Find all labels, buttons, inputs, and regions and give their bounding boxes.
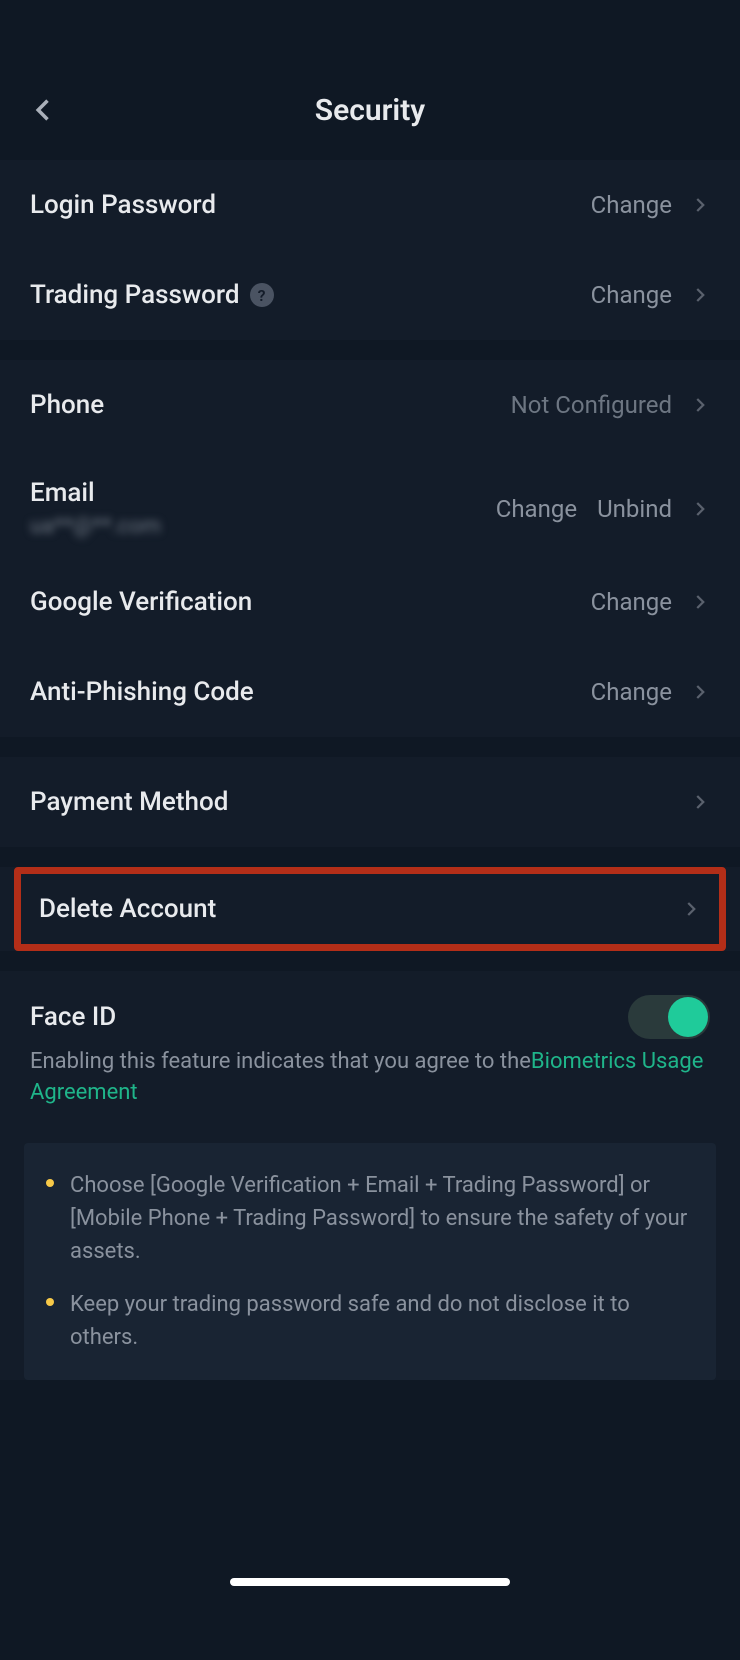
back-button[interactable] [30,96,58,124]
chevron-right-icon [692,193,710,217]
info-item-2: Keep your trading password safe and do n… [46,1288,694,1354]
chevron-left-icon [30,96,58,124]
email-label: Email [30,478,161,508]
row-payment-method[interactable]: Payment Method [0,757,740,847]
help-icon[interactable]: ? [250,283,274,307]
bullet-icon [46,1179,54,1187]
trading-password-label: Trading Password [30,280,240,310]
chevron-right-icon [692,283,710,307]
row-anti-phishing[interactable]: Anti-Phishing Code Change [0,647,740,737]
delete-account-label: Delete Account [39,894,216,924]
email-change-action[interactable]: Change [496,495,577,523]
section-passwords: Login Password Change Trading Password ?… [0,160,740,340]
face-id-desc-text: Enabling this feature indicates that you… [30,1049,531,1074]
info-text-2: Keep your trading password safe and do n… [70,1288,694,1354]
google-verification-label: Google Verification [30,587,252,617]
row-login-password[interactable]: Login Password Change [0,160,740,250]
trading-password-action[interactable]: Change [591,281,672,309]
highlight-box: Delete Account [14,867,726,951]
chevron-right-icon [692,790,710,814]
face-id-description: Enabling this feature indicates that you… [0,1047,740,1133]
email-value: ua**@**.com [30,514,161,539]
chevron-right-icon [692,590,710,614]
chevron-right-icon [692,393,710,417]
chevron-right-icon [692,497,710,521]
page-title: Security [315,93,425,128]
row-face-id: Face ID [0,971,740,1047]
section-verification: Phone Not Configured Email ua**@**.com C… [0,360,740,737]
info-box: Choose [Google Verification + Email + Tr… [24,1143,716,1380]
home-indicator[interactable] [230,1578,510,1586]
row-google-verification[interactable]: Google Verification Change [0,557,740,647]
row-delete-account[interactable]: Delete Account [21,874,719,944]
phone-label: Phone [30,390,104,420]
google-verification-action[interactable]: Change [591,588,672,616]
row-phone[interactable]: Phone Not Configured [0,360,740,450]
login-password-action[interactable]: Change [591,191,672,219]
section-delete-account: Delete Account [0,867,740,951]
face-id-toggle[interactable] [628,995,710,1039]
info-text-1: Choose [Google Verification + Email + Tr… [70,1169,694,1268]
login-password-label: Login Password [30,190,216,220]
chevron-right-icon [692,680,710,704]
anti-phishing-action[interactable]: Change [591,678,672,706]
face-id-label: Face ID [30,1002,116,1032]
row-trading-password[interactable]: Trading Password ? Change [0,250,740,340]
chevron-right-icon [683,897,701,921]
section-payment: Payment Method [0,757,740,847]
payment-method-label: Payment Method [30,787,228,817]
anti-phishing-label: Anti-Phishing Code [30,677,254,707]
section-faceid: Face ID Enabling this feature indicates … [0,971,740,1380]
email-unbind-action[interactable]: Unbind [597,495,672,523]
info-item-1: Choose [Google Verification + Email + Tr… [46,1169,694,1268]
bullet-icon [46,1298,54,1306]
toggle-knob [668,997,708,1037]
header: Security [0,60,740,160]
phone-status: Not Configured [511,391,672,419]
row-email[interactable]: Email ua**@**.com Change Unbind [0,450,740,557]
